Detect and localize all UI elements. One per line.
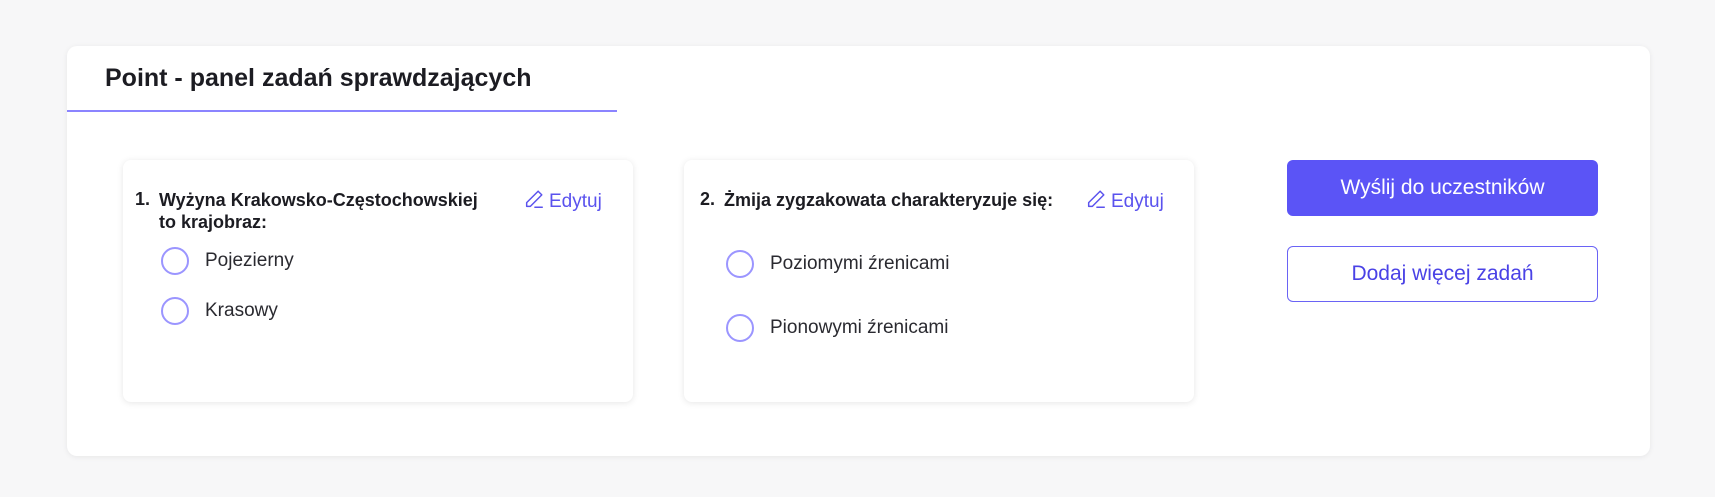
edit-question-2-button[interactable]: Edytuj [1085, 188, 1164, 216]
task-panel: Point - panel zadań sprawdzających 1. Wy… [67, 46, 1650, 456]
radio-button[interactable] [726, 250, 754, 278]
add-more-tasks-button[interactable]: Dodaj więcej zadań [1287, 246, 1598, 302]
question-card-2: 2. Żmija zygzakowata charakteryzuje się:… [684, 160, 1194, 402]
question-number: 1. [135, 189, 151, 209]
page-title: Point - panel zadań sprawdzających [105, 64, 532, 92]
answer-label: Pionowymi źrenicami [770, 317, 949, 338]
question-text: Żmija zygzakowata charakteryzuje się: [724, 190, 1054, 210]
question-number: 2. [700, 189, 716, 209]
answer-option[interactable]: Krasowy [161, 297, 278, 325]
answer-label: Poziomymi źrenicami [770, 253, 950, 274]
pencil-icon [523, 188, 545, 216]
panel-header: Point - panel zadań sprawdzających [67, 46, 617, 112]
radio-button[interactable] [161, 247, 189, 275]
answer-label: Pojezierny [205, 250, 294, 271]
answer-option[interactable]: Poziomymi źrenicami [726, 250, 949, 278]
edit-label: Edytuj [549, 191, 602, 212]
edit-question-1-button[interactable]: Edytuj [523, 188, 602, 216]
radio-button[interactable] [726, 314, 754, 342]
question-text: Wyżyna Krakowsko-Częstochowskiej to kraj… [159, 190, 478, 232]
radio-button[interactable] [161, 297, 189, 325]
answer-label: Krasowy [205, 300, 278, 321]
pencil-icon [1085, 188, 1107, 216]
send-to-participants-button[interactable]: Wyślij do uczestników [1287, 160, 1598, 216]
question-card-1: 1. Wyżyna Krakowsko-Częstochowskiej to k… [123, 160, 633, 402]
edit-label: Edytuj [1111, 191, 1164, 212]
answer-option[interactable]: Pionowymi źrenicami [726, 314, 948, 342]
answer-option[interactable]: Pojezierny [161, 247, 294, 275]
